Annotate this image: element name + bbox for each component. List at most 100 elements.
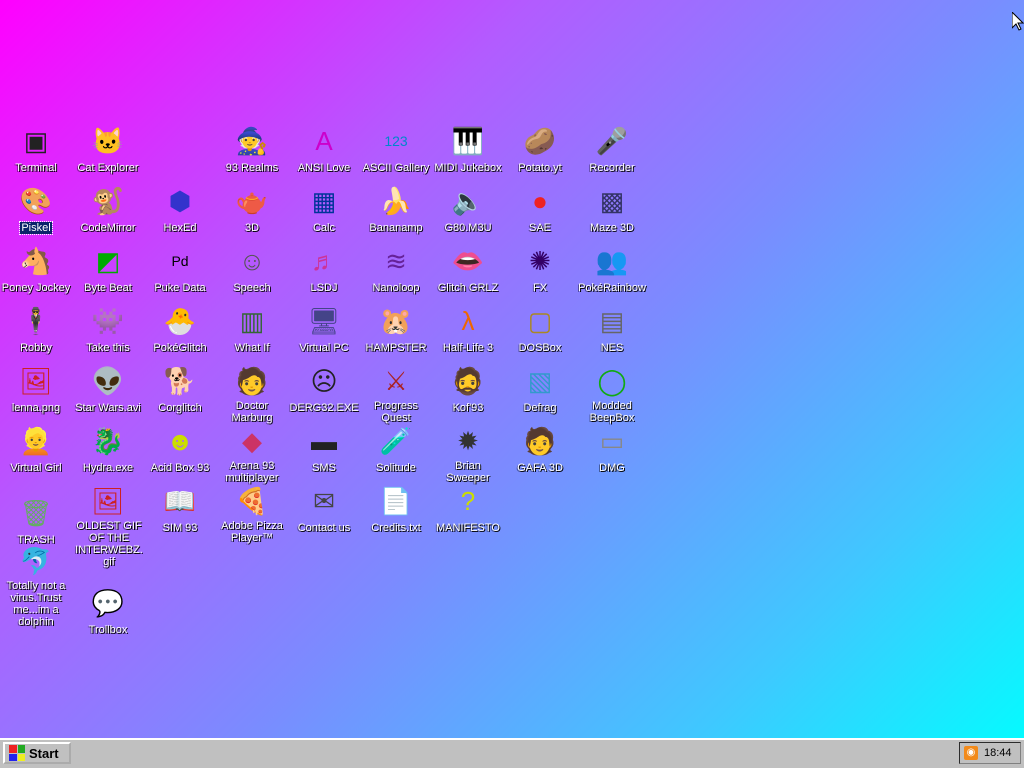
desktop-icon-poney-jockey[interactable]: 🐴 Poney Jockey bbox=[0, 244, 72, 296]
desktop-icon-adobe-pizza-player[interactable]: 🍕 Adobe Pizza Player™ bbox=[216, 484, 288, 546]
desktop-icon-lenna-png[interactable]: 🖼 lenna.png bbox=[0, 364, 72, 416]
desktop-icon-sae[interactable]: ● SAE bbox=[504, 184, 576, 236]
desktop-icon-hampster[interactable]: 🐹 HAMPSTER bbox=[360, 304, 432, 356]
desktop-icon-manifesto[interactable]: ? MANIFESTO bbox=[432, 484, 504, 536]
desktop-icon-hexed[interactable]: ⬢ HexEd bbox=[144, 184, 216, 236]
app-icon: 🍌 bbox=[379, 186, 413, 216]
app-icon: 👄 bbox=[451, 246, 485, 276]
desktop-icon-modded-beepbox[interactable]: ◯ Modded BeepBox bbox=[576, 364, 648, 426]
desktop-icon-gafa-3d[interactable]: 🧑 GAFA 3D bbox=[504, 424, 576, 476]
icon-label: Puke Data bbox=[154, 282, 206, 294]
desktop-icon-dosbox[interactable]: ▢ DOSBox bbox=[504, 304, 576, 356]
desktop-icon-speech[interactable]: ☺ Speech bbox=[216, 244, 288, 296]
desktop-icon-oldest-gif-of-the-interwebz-gif[interactable]: 🖼 OLDEST GIF OF THE INTERWEBZ.gif bbox=[72, 484, 144, 570]
desktop-icon-trollbox[interactable]: 💬 Trollbox bbox=[72, 586, 144, 638]
app-icon: ☹ bbox=[310, 366, 338, 396]
desktop-icon-what-if[interactable]: ▥ What If bbox=[216, 304, 288, 356]
app-icon: 🐬 bbox=[19, 546, 53, 576]
desktop-icon-nes[interactable]: ▤ NES bbox=[576, 304, 648, 356]
desktop-icon-piskel[interactable]: 🎨 Piskel bbox=[0, 184, 72, 236]
desktop-icon-ansi-love[interactable]: A ANSI Love bbox=[288, 124, 360, 176]
icon-label: FX bbox=[532, 282, 548, 294]
desktop-icon-sms[interactable]: ▬ SMS bbox=[288, 424, 360, 476]
icon-label: Piskel bbox=[19, 221, 53, 235]
app-icon: 🔈 bbox=[451, 186, 485, 216]
desktop-icon-pok-rainbow[interactable]: 👥 PokéRainbow bbox=[576, 244, 648, 296]
desktop-icon-maze-3d[interactable]: ▩ Maze 3D bbox=[576, 184, 648, 236]
icon-label: SAE bbox=[528, 222, 551, 234]
desktop-icon-virtual-pc[interactable]: 🖥 Virtual PC bbox=[288, 304, 360, 356]
app-icon: 🍕 bbox=[235, 486, 269, 516]
desktop-icon-3d[interactable]: 🫖 3D bbox=[216, 184, 288, 236]
icon-label: MANIFESTO bbox=[436, 522, 500, 534]
desktop-icon-acid-box-93[interactable]: ☻ Acid Box 93 bbox=[144, 424, 216, 476]
desktop-icon-credits-txt[interactable]: 📄 Credits.txt bbox=[360, 484, 432, 536]
desktop-icon-nanoloop[interactable]: ≋ Nanoloop bbox=[360, 244, 432, 296]
desktop-icon-sim-93[interactable]: 📖 SIM 93 bbox=[144, 484, 216, 536]
rss-icon[interactable]: ◉ bbox=[964, 746, 978, 760]
desktop-icon-potato-yt[interactable]: 🥔 Potato.yt bbox=[504, 124, 576, 176]
desktop-icon-puke-data[interactable]: Pd Puke Data bbox=[144, 244, 216, 296]
desktop-icon-take-this[interactable]: 👾 Take this bbox=[72, 304, 144, 356]
app-icon: Pd bbox=[171, 253, 189, 269]
desktop-icon-star-wars-avi[interactable]: 👽 Star Wars.avi bbox=[72, 364, 144, 416]
app-icon: A bbox=[315, 126, 333, 156]
icon-label: Robby bbox=[20, 342, 52, 354]
app-icon: 🫖 bbox=[235, 186, 269, 216]
icon-label: What If bbox=[234, 342, 270, 354]
icon-label: Cat Explorer bbox=[77, 162, 139, 174]
desktop-icon-defrag[interactable]: ▧ Defrag bbox=[504, 364, 576, 416]
desktop-icon-solitude[interactable]: 🧪 Solitude bbox=[360, 424, 432, 476]
desktop-icon-virtual-girl[interactable]: 👱 Virtual Girl bbox=[0, 424, 72, 476]
app-icon: ▦ bbox=[311, 186, 337, 216]
desktop-icon-derg32-exe[interactable]: ☹ DERG32.EXE bbox=[288, 364, 360, 416]
desktop-icon-kof-93[interactable]: 🧔 Kof'93 bbox=[432, 364, 504, 416]
desktop-icon-brian-sweeper[interactable]: ✹ Brian Sweeper bbox=[432, 424, 504, 486]
desktop-icon-midi-jukebox[interactable]: 🎹 MIDI Jukebox bbox=[432, 124, 504, 176]
desktop-icon-terminal[interactable]: ▣ Terminal bbox=[0, 124, 72, 176]
app-icon: ▩ bbox=[599, 186, 625, 216]
desktop-icon-byte-beat[interactable]: ◩ Byte Beat bbox=[72, 244, 144, 296]
app-icon: 🎤 bbox=[595, 126, 629, 156]
desktop-icon-dmg[interactable]: ▭ DMG bbox=[576, 424, 648, 476]
desktop-icon-bananamp[interactable]: 🍌 Bananamp bbox=[360, 184, 432, 236]
desktop-icon-arena-93-multiplayer[interactable]: ◆ Arena 93 multiplayer bbox=[216, 424, 288, 486]
desktop-icon-contact-us[interactable]: ✉ Contact us bbox=[288, 484, 360, 536]
app-icon: 👾 bbox=[91, 306, 125, 336]
desktop-icon-g80-m3u[interactable]: 🔈 G80.M3U bbox=[432, 184, 504, 236]
desktop-icon-half-life-3[interactable]: λ Half-Life 3 bbox=[432, 304, 504, 356]
icon-label: HexEd bbox=[163, 222, 197, 234]
desktop-icon-corglitch[interactable]: 🐕 Corglitch bbox=[144, 364, 216, 416]
desktop-icon-fx[interactable]: ✺ FX bbox=[504, 244, 576, 296]
icon-label: Progress Quest bbox=[373, 400, 419, 424]
desktop-icon-lsdj[interactable]: ♬ LSDJ bbox=[288, 244, 360, 296]
desktop-icon-doctor-marburg[interactable]: 🧑 Doctor Marburg bbox=[216, 364, 288, 426]
system-tray: ◉ 18:44 bbox=[959, 742, 1021, 764]
desktop-icon-progress-quest[interactable]: ⚔ Progress Quest bbox=[360, 364, 432, 426]
start-button[interactable]: Start bbox=[3, 742, 71, 764]
desktop-icon-calc[interactable]: ▦ Calc bbox=[288, 184, 360, 236]
icon-label: Doctor Marburg bbox=[231, 400, 273, 424]
icon-label: Kof'93 bbox=[452, 402, 484, 414]
icon-label: MIDI Jukebox bbox=[434, 162, 502, 174]
icon-label: DERG32.EXE bbox=[289, 402, 359, 414]
app-icon: ● bbox=[532, 186, 548, 216]
desktop-icon-recorder[interactable]: 🎤 Recorder bbox=[576, 124, 648, 176]
desktop-icon-glitch-grlz[interactable]: 👄 Glitch GRLZ bbox=[432, 244, 504, 296]
app-icon: 🐹 bbox=[379, 306, 413, 336]
desktop-icon-robby[interactable]: 🕴 Robby bbox=[0, 304, 72, 356]
desktop-icon-ascii-gallery[interactable]: 123 ASCII Gallery bbox=[360, 124, 432, 176]
desktop-icon-codemirror[interactable]: 🐒 CodeMirror bbox=[72, 184, 144, 236]
app-icon: 🖥 bbox=[307, 306, 341, 336]
desktop-icon-93-realms[interactable]: 🧙 93 Realms bbox=[216, 124, 288, 176]
desktop-icon-hydra-exe[interactable]: 🐉 Hydra.exe bbox=[72, 424, 144, 476]
clock: 18:44 bbox=[984, 747, 1012, 759]
app-icon: ✺ bbox=[529, 246, 551, 276]
icon-label: Totally not a virus.Trust me...im a dolp… bbox=[6, 580, 66, 628]
desktop-icon-trash[interactable]: 🗑 TRASH bbox=[0, 496, 72, 548]
desktop-icon-cat-explorer[interactable]: 🐱 Cat Explorer bbox=[72, 124, 144, 176]
icon-label: GAFA 3D bbox=[517, 462, 563, 474]
desktop-icon-totally-not-a-virus-trust-me-im-a-dolphin[interactable]: 🐬 Totally not a virus.Trust me...im a dol… bbox=[0, 544, 72, 630]
desktop-icon-pok-glitch[interactable]: 🐣 PokéGlitch bbox=[144, 304, 216, 356]
icon-label: DOSBox bbox=[518, 342, 562, 354]
